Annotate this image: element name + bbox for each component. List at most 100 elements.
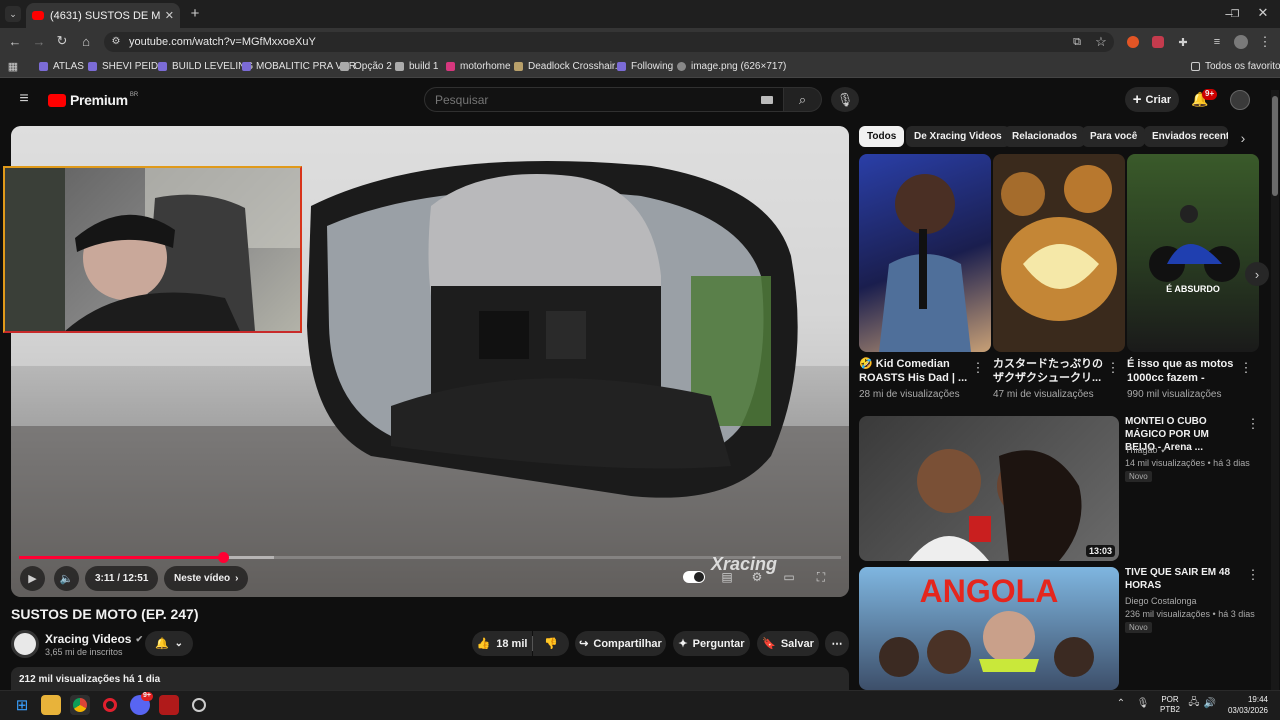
chip-enviados[interactable]: Enviados recente — [1144, 126, 1228, 147]
extension-red-icon[interactable] — [1152, 36, 1164, 48]
account-avatar[interactable] — [1230, 90, 1250, 110]
like-button[interactable]: 👍 18 mil — [472, 631, 532, 656]
subscriber-count: 3,65 mi de inscritos — [45, 647, 123, 657]
bookmark-build1[interactable]: build 1 — [395, 61, 438, 72]
progress-track[interactable] — [19, 552, 841, 563]
forward-icon[interactable]: → — [32, 34, 46, 49]
rec-2-thumb[interactable]: ANGOLA — [859, 567, 1119, 690]
bookmark-image[interactable]: image.png (626×717) — [677, 61, 786, 72]
dislike-button[interactable]: 👎 — [533, 631, 569, 656]
create-button[interactable]: + Criar — [1125, 87, 1179, 112]
chapter-button[interactable]: Neste vídeo › — [164, 566, 249, 591]
bookmark-following[interactable]: Following — [617, 61, 673, 72]
theater-mode-icon[interactable]: ▭ — [781, 569, 797, 585]
autoplay-toggle[interactable] — [683, 571, 705, 583]
clock[interactable]: 19:44 03/03/2026 — [1222, 694, 1268, 716]
chip-para-voce[interactable]: Para você — [1082, 126, 1146, 147]
voicemeeter-icon[interactable] — [159, 695, 179, 715]
rec-1-more-icon[interactable]: ⋮ — [1247, 416, 1260, 431]
short-3-title[interactable]: É isso que as motos 1000cc fazem - Muri.… — [1127, 357, 1239, 385]
play-button[interactable]: ▶ — [20, 566, 45, 591]
volume-button[interactable]: 🔈 — [54, 566, 79, 591]
chrome-taskbar-icon[interactable] — [70, 695, 90, 715]
more-actions-button[interactable]: ⋯ — [825, 631, 849, 656]
voice-search-button[interactable]: 🎙 — [831, 87, 859, 112]
browser-menu-icon[interactable]: ⋮ — [1258, 34, 1272, 49]
subtitles-icon[interactable]: ▤ — [719, 569, 735, 585]
chip-todos[interactable]: Todos — [859, 126, 905, 147]
tray-mic-icon[interactable]: 🎙 — [1137, 697, 1150, 709]
settings-gear-icon[interactable]: ⚙ — [749, 569, 765, 585]
chips-next-icon[interactable]: › — [1236, 130, 1250, 146]
tab-search-icon[interactable]: ⌄ — [5, 6, 21, 22]
page-scrollbar[interactable] — [1271, 90, 1279, 690]
search-button[interactable]: ⌕ — [784, 87, 822, 112]
opera-icon[interactable] — [100, 695, 120, 715]
bookmark-atlas[interactable]: ATLAS — [39, 61, 84, 72]
extensions-puzzle-icon[interactable]: ✚ — [1176, 35, 1190, 49]
window-close-icon[interactable]: ✕ — [1256, 5, 1270, 20]
short-thumb-1[interactable] — [859, 154, 991, 352]
short-thumb-3[interactable]: É ABSURDO — [1127, 154, 1259, 352]
save-button[interactable]: 🔖 Salvar — [757, 631, 819, 656]
ask-button[interactable]: ✦ Perguntar — [673, 631, 750, 656]
home-icon[interactable]: ⌂ — [79, 34, 93, 49]
scrubber-handle[interactable] — [217, 552, 229, 563]
media-control-icon[interactable]: ≡ — [1210, 35, 1224, 49]
bookmark-motorhome[interactable]: motorhome — [446, 61, 511, 72]
scrollbar-thumb[interactable] — [1272, 96, 1278, 196]
app-circle-icon[interactable] — [189, 695, 209, 715]
rec-1-channel[interactable]: Thiagão ✔ — [1125, 445, 1168, 456]
fullscreen-icon[interactable]: ⛶ — [813, 569, 829, 585]
rec-2-title[interactable]: TIVE QUE SAIR EM 48 HORAS — [1125, 566, 1240, 592]
bookmark-shevi[interactable]: SHEVI PEIDO — [88, 61, 166, 72]
tab-close-icon[interactable]: ✕ — [165, 9, 174, 22]
all-favorites[interactable]: Todos os favoritos — [1191, 61, 1280, 72]
keyboard-icon[interactable] — [761, 96, 773, 104]
subscribed-notify-button[interactable]: 🔔 ⌄ — [145, 631, 193, 656]
chip-relacionados[interactable]: Relacionados — [1004, 126, 1086, 147]
speaker-icon[interactable]: 🔊 — [1204, 697, 1216, 709]
youtube-logo[interactable]: Premium BR — [48, 92, 138, 108]
profile-avatar[interactable] — [1234, 35, 1248, 49]
share-button[interactable]: ↪ Compartilhar — [575, 631, 666, 656]
shorts-next-icon[interactable]: › — [1245, 262, 1269, 286]
bookmark-deadlock[interactable]: Deadlock Crosshair... — [514, 61, 623, 72]
file-explorer-icon[interactable] — [41, 695, 61, 715]
language-indicator[interactable]: POR PTB2 — [1160, 695, 1180, 715]
facecam-overlay — [3, 166, 302, 333]
new-tab-icon[interactable]: + — [188, 5, 202, 22]
bookmark-build-leveling[interactable]: BUILD LEVELING — [158, 61, 253, 72]
short-3-more-icon[interactable]: ⋮ — [1240, 360, 1253, 375]
reload-icon[interactable]: ↻ — [55, 33, 69, 48]
rec-2-more-icon[interactable]: ⋮ — [1247, 567, 1260, 582]
extension-fox-icon[interactable] — [1127, 36, 1139, 48]
channel-avatar[interactable] — [11, 630, 39, 658]
channel-name[interactable]: Xracing Videos ✔ — [45, 632, 143, 646]
played-bar — [19, 556, 223, 559]
thumbs-up-icon: 👍 — [476, 638, 491, 650]
rec-2-channel[interactable]: Diego Costalonga — [1125, 596, 1197, 606]
site-info-icon[interactable]: ⚙ — [110, 35, 122, 47]
bookmark-mobalitic[interactable]: MOBALITIC PRA VER — [242, 61, 356, 72]
bookmark-star-icon[interactable]: ☆ — [1094, 34, 1108, 49]
short-thumb-2[interactable] — [993, 154, 1125, 352]
apps-grid-icon[interactable]: ▦ — [7, 60, 19, 73]
install-icon[interactable]: ⧉ — [1070, 35, 1084, 49]
windows-start-icon[interactable]: ⊞ — [12, 695, 32, 715]
search-input[interactable] — [424, 87, 784, 112]
short-1-title[interactable]: 🤣 Kid Comedian ROASTS His Dad | ... — [859, 357, 971, 385]
short-2-title[interactable]: カスタードたっぷりのザクザクシュークリ... — [993, 357, 1105, 385]
opera-logo-icon — [103, 698, 117, 712]
chip-de-xracing[interactable]: De Xracing Videos — [906, 126, 1010, 147]
network-icon[interactable]: 🖧 — [1188, 697, 1200, 709]
menu-hamburger-icon[interactable]: ≡ — [16, 90, 32, 107]
bookmark-opcao2[interactable]: Opção 2 — [340, 61, 392, 72]
browser-tab[interactable]: (4631) SUSTOS DE MOTO (EP. 2 ✕ — [26, 3, 180, 28]
rec-1-thumb[interactable]: 13:03 — [859, 416, 1119, 561]
short-2-more-icon[interactable]: ⋮ — [1107, 360, 1120, 375]
short-1-more-icon[interactable]: ⋮ — [972, 360, 985, 375]
back-icon[interactable]: ← — [8, 34, 22, 49]
restore-icon[interactable]: ❐ — [1228, 7, 1242, 21]
tray-expand-icon[interactable]: ⌃ — [1115, 697, 1127, 709]
